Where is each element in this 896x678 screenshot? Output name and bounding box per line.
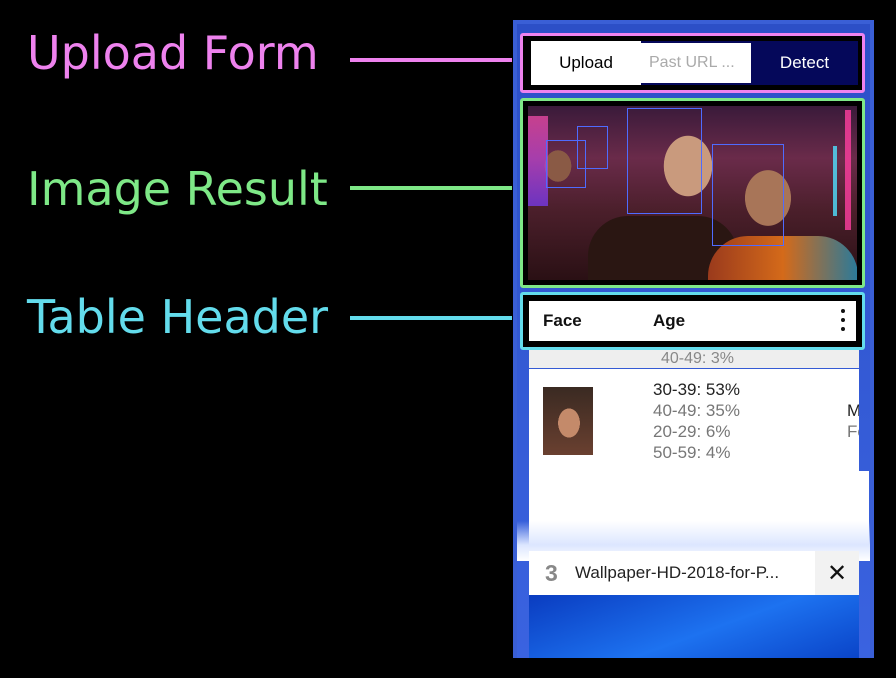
upload-form-callout: Upload Form — [27, 26, 319, 80]
result-image — [528, 106, 857, 280]
table-header-callout: Table Header — [27, 290, 329, 344]
neon-light-right-inner — [833, 146, 837, 216]
age-column-header: Age — [653, 311, 686, 330]
gender-prediction: M — [847, 401, 859, 420]
age-predictions: 30-39: 53% 40-49: 35% 20-29: 6% 50-59: 4… — [653, 379, 740, 463]
upload-form-row: Upload Detect — [531, 41, 858, 85]
more-options-icon[interactable] — [840, 309, 846, 333]
tab-title: Wallpaper-HD-2018-for-P... — [575, 563, 780, 582]
face-detection-box[interactable] — [627, 108, 702, 214]
upload-form-callout-line — [350, 58, 512, 62]
detect-button[interactable]: Detect — [751, 41, 858, 85]
upload-button[interactable]: Upload — [531, 41, 641, 85]
url-input[interactable] — [641, 43, 751, 83]
phone-screen: Upload Detect 40-49: 3% — [513, 20, 874, 658]
browser-tab[interactable]: 3 Wallpaper-HD-2018-for-P... ✕ — [529, 551, 859, 595]
age-prediction: 20-29: 6% — [653, 422, 731, 441]
age-prediction: 50-59: 4% — [653, 443, 731, 462]
face-column-header: Face — [543, 311, 582, 330]
gender-prediction: Fe — [847, 422, 859, 441]
close-icon[interactable]: ✕ — [815, 551, 859, 595]
image-result-callout-line — [350, 186, 512, 190]
image-result — [520, 98, 865, 288]
previous-row-text: 40-49: 3% — [661, 350, 734, 367]
face-thumbnail — [543, 387, 593, 455]
image-result-callout: Image Result — [27, 162, 328, 216]
tab-number: 3 — [545, 559, 558, 586]
next-tab-preview — [529, 595, 859, 658]
face-detection-box[interactable] — [712, 144, 784, 246]
neon-light-left — [528, 116, 548, 206]
table-row: 30-39: 53% 40-49: 35% 20-29: 6% 50-59: 4… — [529, 369, 859, 471]
table-header: Face Age — [529, 301, 856, 341]
upload-form: Upload Detect — [520, 33, 865, 93]
neon-light-right — [845, 110, 851, 230]
age-prediction: 40-49: 35% — [653, 401, 740, 420]
age-prediction: 30-39: 53% — [653, 380, 740, 399]
app-viewport: Upload Detect 40-49: 3% — [517, 24, 870, 658]
face-detection-box[interactable] — [577, 126, 608, 169]
table-header-frame: Face Age — [520, 292, 865, 350]
gender-predictions: M Fe — [847, 400, 859, 442]
table-header-callout-line — [350, 316, 512, 320]
